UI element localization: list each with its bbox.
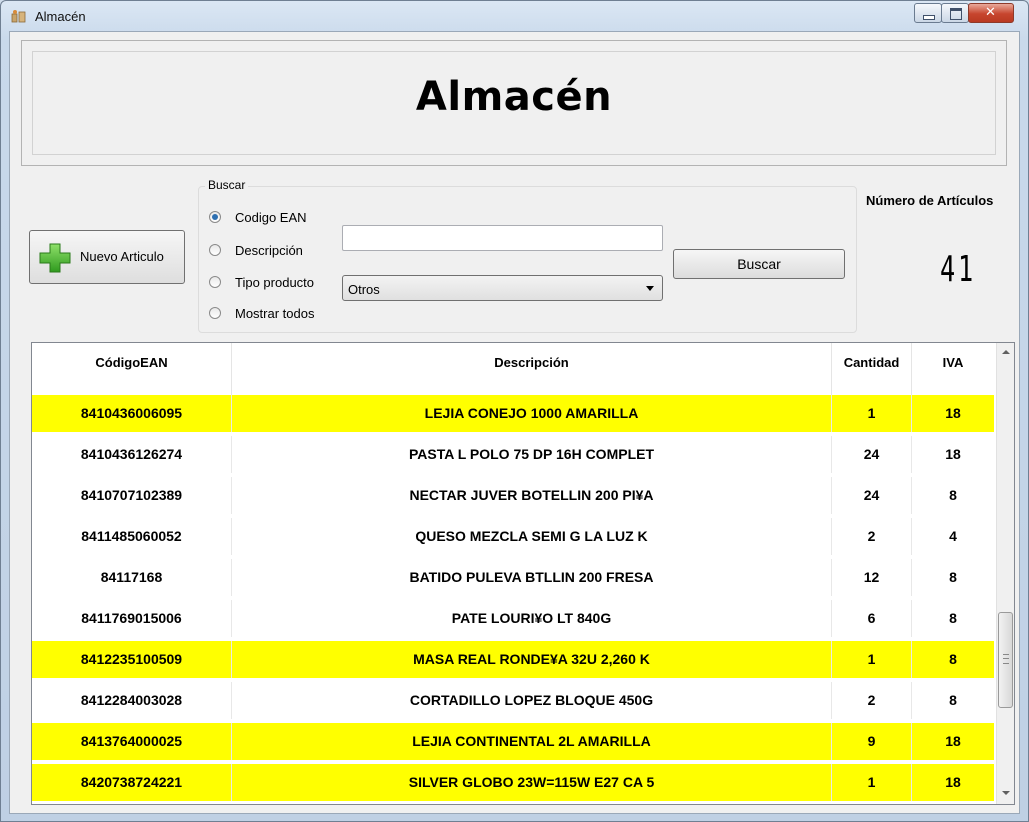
article-count-value: 41 — [940, 249, 976, 290]
cell-desc: CORTADILLO LOPEZ BLOQUE 450G — [232, 682, 832, 719]
close-icon: ✕ — [985, 5, 996, 20]
cell-desc: LEJIA CONTINENTAL 2L AMARILLA — [232, 723, 832, 760]
search-group-title: Buscar — [205, 178, 249, 192]
window-title: Almacén — [35, 9, 86, 24]
table-row[interactable]: 8420738724221 SILVER GLOBO 23W=115W E27 C… — [32, 764, 994, 801]
maximize-icon — [950, 8, 962, 20]
vertical-scrollbar[interactable] — [996, 343, 1014, 804]
radio-label: Codigo EAN — [235, 210, 307, 225]
radio-label: Mostrar todos — [235, 306, 315, 321]
grid-header: CódigoEAN Descripción Cantidad IVA — [32, 343, 994, 396]
radio-button[interactable] — [209, 276, 221, 288]
column-header-cantidad[interactable]: Cantidad — [832, 343, 912, 395]
table-row[interactable]: 84117168 BATIDO PULEVA BTLLIN 200 FRESA 12… — [32, 559, 994, 596]
scroll-down-icon[interactable] — [1002, 791, 1010, 795]
cell-iva: 18 — [945, 774, 961, 790]
cell-desc: QUESO MEZCLA SEMI G LA LUZ K — [232, 518, 832, 555]
cell-desc: SILVER GLOBO 23W=115W E27 CA 5 — [232, 764, 832, 801]
cell-ean: 8411769015006 — [32, 600, 232, 637]
header-panel: Almacén — [32, 51, 996, 155]
articles-grid[interactable]: CódigoEAN Descripción Cantidad IVA 84104… — [31, 342, 1015, 805]
cell-iva: 8 — [949, 487, 957, 503]
cell-desc: PASTA L POLO 75 DP 16H COMPLET — [232, 436, 832, 473]
maximize-button[interactable] — [941, 3, 969, 23]
radio-button[interactable] — [209, 211, 221, 223]
cell-ean: 84117168 — [32, 559, 232, 596]
radio-label: Tipo producto — [235, 275, 315, 290]
cell-iva: 18 — [945, 446, 961, 462]
scrollbar-thumb[interactable] — [998, 612, 1013, 708]
radio-button[interactable] — [209, 307, 221, 319]
header-banner: Almacén — [21, 40, 1007, 166]
table-row[interactable]: 8413764000025 LEJIA CONTINENTAL 2L AMARIL… — [32, 723, 994, 760]
cell-qty: 2 — [832, 682, 912, 719]
cell-qty: 1 — [832, 764, 912, 801]
radio-button[interactable] — [209, 244, 221, 256]
cell-qty: 12 — [832, 559, 912, 596]
title-bar[interactable]: Almacén ✕ — [1, 1, 1028, 31]
new-article-label: Nuevo Articulo — [80, 249, 164, 264]
cell-iva: 8 — [949, 569, 957, 585]
cell-qty: 1 — [832, 641, 912, 678]
table-row[interactable]: 8410707102389 NECTAR JUVER BOTELLIN 200 P… — [32, 477, 994, 514]
minimize-button[interactable] — [914, 3, 942, 23]
cell-qty: 6 — [832, 600, 912, 637]
cell-desc: NECTAR JUVER BOTELLIN 200 PI¥A — [232, 477, 832, 514]
cell-qty: 24 — [832, 436, 912, 473]
cell-iva: 4 — [949, 528, 957, 544]
product-type-value: Otros — [348, 282, 380, 297]
cell-qty: 1 — [832, 395, 912, 432]
cell-desc: MASA REAL RONDE¥A 32U 2,260 K — [232, 641, 832, 678]
page-title: Almacén — [415, 74, 613, 120]
plus-icon — [39, 243, 71, 273]
cell-iva: 8 — [949, 651, 957, 667]
table-row[interactable]: 8411485060052 QUESO MEZCLA SEMI G LA LUZ … — [32, 518, 994, 555]
article-count-label: Número de Artículos — [866, 193, 994, 208]
grip-icon — [1003, 654, 1009, 664]
table-row[interactable]: 8412284003028 CORTADILLO LOPEZ BLOQUE 450… — [32, 682, 994, 719]
cell-desc: PATE LOURI¥O LT 840G — [232, 600, 832, 637]
new-article-button[interactable]: Nuevo Articulo — [29, 230, 185, 284]
cell-iva: 18 — [945, 733, 961, 749]
minimize-icon — [923, 15, 935, 20]
column-header-ean[interactable]: CódigoEAN — [32, 343, 232, 395]
column-header-descripcion[interactable]: Descripción — [232, 343, 832, 395]
cell-ean: 8410436006095 — [32, 395, 232, 432]
cell-ean: 8420738724221 — [32, 764, 232, 801]
cell-desc: BATIDO PULEVA BTLLIN 200 FRESA — [232, 559, 832, 596]
column-header-iva[interactable]: IVA — [912, 343, 994, 395]
radio-label: Descripción — [235, 243, 303, 258]
app-icon — [11, 9, 27, 23]
close-button[interactable]: ✕ — [968, 3, 1014, 23]
table-row[interactable]: 8412235100509 MASA REAL RONDE¥A 32U 2,260… — [32, 641, 994, 678]
search-button[interactable]: Buscar — [673, 249, 845, 279]
cell-ean: 8412235100509 — [32, 641, 232, 678]
chevron-down-icon — [646, 286, 654, 291]
cell-ean: 8410707102389 — [32, 477, 232, 514]
cell-desc: LEJIA CONEJO 1000 AMARILLA — [232, 395, 832, 432]
product-type-select[interactable]: Otros — [342, 275, 663, 301]
cell-iva: 8 — [949, 692, 957, 708]
cell-iva: 18 — [945, 405, 961, 421]
table-row[interactable]: 8410436006095 LEJIA CONEJO 1000 AMARILLA 1… — [32, 395, 994, 432]
cell-ean: 8413764000025 — [32, 723, 232, 760]
cell-qty: 2 — [832, 518, 912, 555]
cell-qty: 9 — [832, 723, 912, 760]
cell-iva: 8 — [949, 610, 957, 626]
cell-qty: 24 — [832, 477, 912, 514]
table-row[interactable]: 8410436126274 PASTA L POLO 75 DP 16H COMP… — [32, 436, 994, 473]
cell-ean: 8411485060052 — [32, 518, 232, 555]
cell-ean: 8412284003028 — [32, 682, 232, 719]
search-input[interactable] — [342, 225, 663, 251]
cell-ean: 8410436126274 — [32, 436, 232, 473]
scroll-up-icon[interactable] — [1002, 350, 1010, 354]
table-row[interactable]: 8411769015006 PATE LOURI¥O LT 840G 6 8 — [32, 600, 994, 637]
